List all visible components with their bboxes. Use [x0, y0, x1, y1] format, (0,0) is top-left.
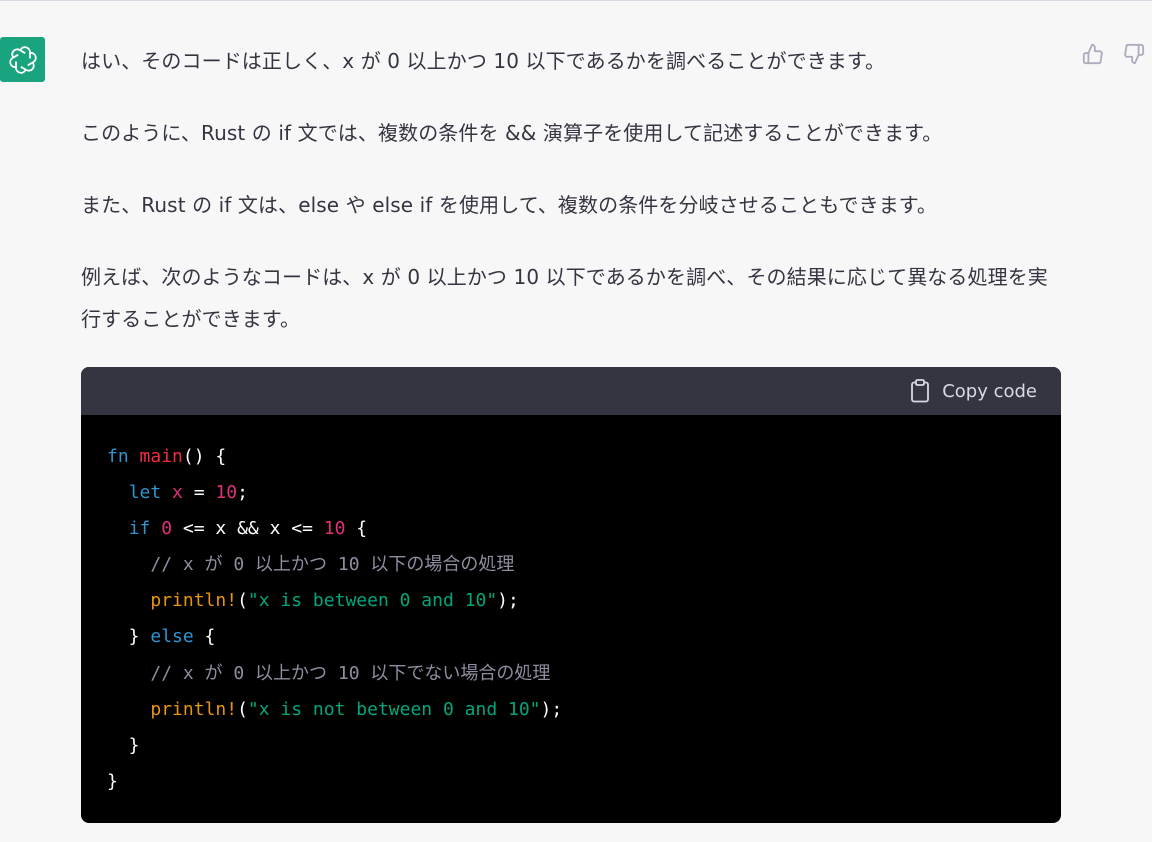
code-text: {	[345, 518, 368, 540]
message-paragraph: はい、そのコードは正しく、x が 0 以上かつ 10 以下であるかを調べることが…	[81, 49, 886, 73]
clipboard-icon	[911, 379, 930, 403]
code-string: "x is between 0 and 10"	[247, 590, 498, 612]
code-text: }	[107, 770, 118, 792]
code-keyword: else	[150, 626, 194, 648]
code-line: fn main() {	[107, 439, 1061, 475]
assistant-message: はい、そのコードは正しく、x が 0 以上かつ 10 以下であるかを調べることが…	[81, 40, 1061, 370]
copy-code-button[interactable]: Copy code	[910, 379, 1037, 403]
code-text: }	[107, 734, 140, 756]
code-macro: println!	[150, 590, 238, 612]
thumbs-up-button[interactable]	[1081, 40, 1105, 68]
code-line: }	[107, 728, 1061, 764]
code-number: 10	[215, 482, 238, 504]
code-string: "x is not between 0 and 10"	[247, 698, 541, 720]
code-macro: println!	[150, 698, 238, 720]
code-block: Copy code fn main() { let x = 10; if 0 <…	[81, 367, 1061, 823]
thumbs-down-icon	[1124, 43, 1145, 65]
code-text: () {	[182, 446, 227, 467]
code-keyword: if	[128, 518, 151, 540]
assistant-avatar	[0, 37, 45, 82]
thumbs-up-icon	[1082, 43, 1103, 65]
code-comment: // x が 0 以上かつ 10 以下でない場合の処理	[150, 662, 551, 684]
code-content: fn main() { let x = 10; if 0 <= x && x <…	[81, 415, 1061, 800]
code-function-name: main	[139, 446, 183, 467]
openai-logo-icon	[8, 45, 37, 74]
code-line: } else {	[107, 619, 1061, 655]
code-variable: x	[172, 482, 183, 504]
code-line: let x = 10;	[107, 475, 1061, 511]
code-number: 10	[323, 518, 346, 540]
code-text: (	[237, 698, 248, 720]
code-text: }	[107, 626, 151, 648]
message-paragraph: このように、Rust の if 文では、複数の条件を && 演算子を使用して記述…	[81, 121, 943, 145]
code-keyword: fn	[107, 446, 129, 467]
code-comment: // x が 0 以上かつ 10 以下の場合の処理	[150, 554, 515, 576]
code-text: );	[497, 590, 519, 612]
code-line: if 0 <= x && x <= 10 {	[107, 511, 1061, 547]
code-line: }	[107, 764, 1061, 800]
message-paragraph: また、Rust の if 文は、else や else if を使用して、複数の…	[81, 193, 938, 217]
copy-code-label: Copy code	[942, 380, 1037, 402]
code-text: ;	[237, 482, 248, 504]
feedback-controls	[1081, 40, 1146, 68]
code-text: (	[237, 590, 248, 612]
top-divider	[0, 0, 1152, 1]
code-text: <= x && x <=	[172, 518, 324, 540]
code-line: // x が 0 以上かつ 10 以下の場合の処理	[107, 547, 1061, 583]
code-text: {	[193, 626, 216, 648]
code-line: println!("x is not between 0 and 10");	[107, 692, 1061, 728]
code-text: =	[182, 482, 216, 504]
code-block-header: Copy code	[81, 367, 1061, 415]
thumbs-down-button[interactable]	[1122, 40, 1146, 68]
code-text: );	[540, 698, 563, 720]
code-number: 0	[161, 518, 173, 540]
code-line: println!("x is between 0 and 10");	[107, 583, 1061, 619]
code-keyword: let	[128, 482, 162, 504]
message-paragraph: 例えば、次のようなコードは、x が 0 以上かつ 10 以下であるかを調べ、その…	[81, 265, 1048, 331]
code-line: // x が 0 以上かつ 10 以下でない場合の処理	[107, 656, 1061, 692]
